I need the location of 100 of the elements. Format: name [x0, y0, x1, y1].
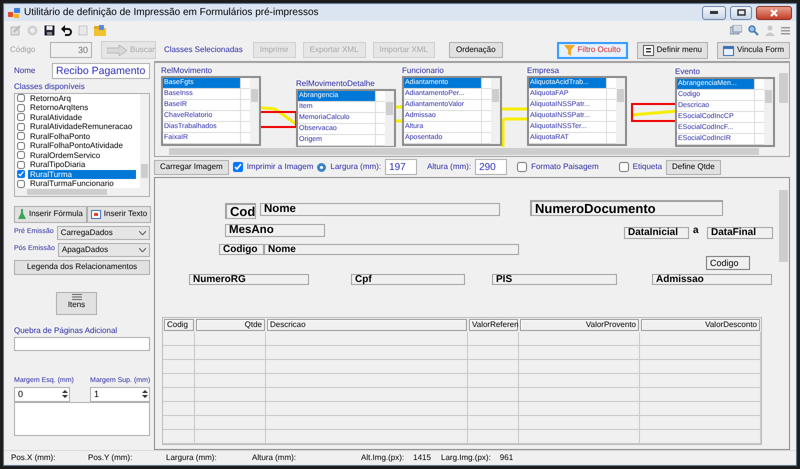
grid-cell[interactable] [468, 346, 519, 360]
column-header[interactable]: Qtde [196, 319, 265, 331]
column-header[interactable]: ValorProvento [520, 319, 639, 331]
insert-text-button[interactable]: Inserir Texto [86, 206, 152, 223]
grid-cell[interactable] [640, 332, 761, 346]
checkbox[interactable] [17, 122, 25, 131]
width-field[interactable]: 197 [385, 159, 418, 175]
grid-cell[interactable] [266, 430, 468, 444]
grid-cell[interactable] [266, 374, 468, 388]
scrollbar-thumb[interactable] [617, 89, 624, 102]
grid-cell[interactable] [519, 416, 640, 430]
grid-cell[interactable] [163, 332, 195, 346]
grid-cell[interactable] [640, 416, 761, 430]
maximize-button[interactable] [730, 6, 752, 20]
name-field[interactable]: Recibo Pagamento [52, 63, 150, 79]
scrollbar-thumb[interactable] [765, 90, 772, 103]
form-field[interactable]: NumeroRG [189, 274, 309, 285]
grid-cell[interactable] [640, 388, 761, 402]
grid-cell[interactable] [195, 430, 266, 444]
scrollbar-thumb[interactable] [27, 188, 107, 195]
margin-field[interactable]: 0 [14, 386, 70, 402]
grid-cell[interactable] [468, 360, 519, 374]
print-image-checkbox[interactable] [232, 162, 243, 172]
grid-cell[interactable] [266, 388, 468, 402]
close-button[interactable] [756, 6, 792, 20]
grid-cell[interactable] [163, 346, 195, 360]
scrollbar-thumb[interactable] [141, 164, 148, 178]
checkbox[interactable] [17, 170, 25, 178]
column-header[interactable]: Descricao [267, 319, 467, 331]
checkbox[interactable] [17, 142, 25, 150]
grid-cell[interactable] [266, 402, 468, 416]
form-field[interactable]: PIS [492, 274, 617, 285]
list-item[interactable]: RuralOrdemServico [28, 150, 102, 160]
checkbox[interactable] [17, 113, 25, 122]
scrollbar-thumb[interactable] [169, 148, 759, 155]
form-field[interactable]: DataInicial [624, 227, 689, 239]
toolbar-button[interactable]: Vincula Form [717, 42, 790, 58]
list-item[interactable]: RetornoArq [28, 94, 73, 103]
cancel-icon[interactable] [27, 24, 38, 36]
grid-cell[interactable] [195, 332, 266, 346]
grid-cell[interactable] [468, 430, 519, 444]
form-field[interactable]: NumeroDocumento [530, 200, 723, 216]
window-icon[interactable] [730, 25, 742, 35]
checkbox[interactable] [17, 132, 25, 140]
toolbar-button[interactable]: Filtro Oculto [556, 42, 628, 58]
grid-cell[interactable] [640, 374, 761, 388]
landscape-checkbox[interactable] [517, 162, 528, 172]
grid-cell[interactable] [195, 346, 266, 360]
toolbar-button[interactable]: Definir menu [636, 42, 708, 58]
grid-cell[interactable] [519, 346, 640, 360]
grid-cell[interactable] [266, 346, 468, 360]
list-item[interactable]: RuralAtividade [28, 112, 84, 122]
scrollbar-thumb[interactable] [251, 89, 258, 102]
grid-cell[interactable] [163, 430, 195, 444]
grid-cell[interactable] [519, 388, 640, 402]
edit-icon[interactable] [10, 24, 21, 36]
margin-field[interactable]: 1 [90, 386, 150, 402]
list-item[interactable]: RuralFolhaPontoAtividade [28, 141, 125, 150]
list-item[interactable]: RuralTurmaFuncionario [28, 179, 116, 188]
grid-cell[interactable] [640, 402, 761, 416]
grid-cell[interactable] [163, 374, 195, 388]
legend-button[interactable]: Legenda dos Relacionamentos [14, 260, 150, 275]
pre-emission-dropdown[interactable]: CarregaDados [56, 226, 150, 240]
class-list[interactable]: RetornoArq RetornoArqItens RuralAtividade RuralAtividadeRemuneracao RuralFolhaPonto RuralFolhaPontoAtividade RuralOrdemServico RuralTipoDiaria RuralTurma RuralTurmaFuncionario [14, 92, 150, 197]
minimize-button[interactable] [702, 6, 726, 20]
folder-icon[interactable] [94, 24, 106, 36]
list-item[interactable]: RuralFolhaPonto [28, 132, 92, 141]
grid-cell[interactable] [195, 374, 266, 388]
menu-icon[interactable] [781, 26, 790, 34]
grid-cell[interactable] [640, 430, 761, 444]
form-field[interactable]: Nome [260, 203, 500, 216]
form-field[interactable]: Codigo [219, 244, 264, 255]
form-field[interactable]: DataFinal [707, 227, 773, 239]
grid-cell[interactable] [195, 402, 266, 416]
grid-cell[interactable] [163, 388, 195, 402]
list-item[interactable]: RetornoArqItens [28, 103, 90, 112]
checkbox[interactable] [17, 160, 25, 169]
grid-cell[interactable] [163, 360, 195, 374]
grid-cell[interactable] [519, 360, 640, 374]
grid-cell[interactable] [468, 388, 519, 402]
grid-cell[interactable] [266, 360, 468, 374]
column-header[interactable]: Codig [164, 319, 194, 331]
user-icon[interactable] [765, 24, 775, 36]
scrollbar-thumb[interactable] [779, 73, 788, 103]
column-header[interactable]: ValorDesconto [641, 319, 760, 331]
document-icon[interactable] [78, 24, 88, 36]
grid-cell[interactable] [519, 430, 640, 444]
form-field[interactable]: Cpf [351, 274, 465, 285]
scrollbar-thumb[interactable] [492, 89, 499, 102]
grid-cell[interactable] [468, 332, 519, 346]
items-button[interactable]: Itens [56, 292, 97, 315]
grid-cell[interactable] [195, 360, 266, 374]
grid-cell[interactable] [195, 416, 266, 430]
grid-cell[interactable] [468, 374, 519, 388]
form-field[interactable]: MesAno [225, 224, 325, 237]
define-quantity-button[interactable]: Define Qtde [666, 160, 721, 174]
grid-cell[interactable] [640, 360, 761, 374]
page-break-field[interactable] [14, 337, 150, 352]
form-field[interactable]: Admissao [652, 274, 772, 285]
list-item[interactable]: RuralAtividadeRemuneracao [28, 122, 134, 132]
